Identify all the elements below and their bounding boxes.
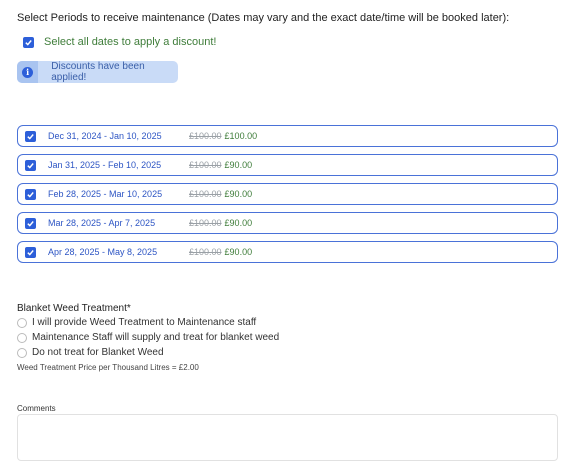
weed-treatment-options: I will provide Weed Treatment to Mainten… — [17, 315, 279, 360]
checkbox-checked-icon[interactable] — [25, 246, 36, 258]
weed-option-do-not-treat[interactable]: Do not treat for Blanket Weed — [17, 345, 279, 360]
weed-price-note: Weed Treatment Price per Thousand Litres… — [17, 363, 199, 372]
select-all-checkbox[interactable]: Select all dates to apply a discount! — [23, 36, 216, 48]
period-dates: Mar 28, 2025 - Apr 7, 2025 — [48, 218, 156, 228]
weed-treatment-title: Blanket Weed Treatment* — [17, 303, 131, 314]
period-option[interactable]: Jan 31, 2025 - Feb 10, 2025 £100.00 £90.… — [17, 154, 558, 176]
checkbox-checked-icon[interactable] — [23, 36, 34, 48]
radio-button[interactable] — [17, 332, 27, 343]
discounted-price: £100.00 — [224, 131, 258, 141]
intro-text: Select Periods to receive maintenance (D… — [17, 12, 510, 24]
radio-label: I will provide Weed Treatment to Mainten… — [32, 317, 257, 328]
period-option[interactable]: Mar 28, 2025 - Apr 7, 2025 £100.00 £90.0… — [17, 212, 558, 234]
period-option[interactable]: Feb 28, 2025 - Mar 10, 2025 £100.00 £90.… — [17, 183, 558, 205]
discounted-price: £90.00 — [224, 247, 253, 257]
period-dates: Feb 28, 2025 - Mar 10, 2025 — [48, 189, 163, 199]
radio-button[interactable] — [17, 347, 27, 358]
period-dates: Jan 31, 2025 - Feb 10, 2025 — [48, 160, 162, 170]
period-list: Dec 31, 2024 - Jan 10, 2025 £100.00 £100… — [17, 125, 558, 270]
discounted-price: £90.00 — [224, 218, 253, 228]
checkbox-checked-icon[interactable] — [25, 130, 36, 142]
checkbox-checked-icon[interactable] — [25, 159, 36, 171]
checkbox-checked-icon[interactable] — [25, 188, 36, 200]
info-icon: i — [17, 61, 39, 83]
period-option[interactable]: Dec 31, 2024 - Jan 10, 2025 £100.00 £100… — [17, 125, 558, 147]
radio-label: Maintenance Staff will supply and treat … — [32, 332, 280, 343]
original-price: £100.00 — [189, 131, 222, 141]
comments-label: Comments — [17, 404, 56, 413]
comments-field[interactable] — [17, 414, 558, 461]
checkbox-checked-icon[interactable] — [25, 217, 36, 229]
original-price: £100.00 — [189, 189, 222, 199]
radio-button[interactable] — [17, 317, 27, 328]
radio-label: Do not treat for Blanket Weed — [32, 347, 164, 358]
period-option[interactable]: Apr 28, 2025 - May 8, 2025 £100.00 £90.0… — [17, 241, 558, 263]
original-price: £100.00 — [189, 218, 222, 228]
discounted-price: £90.00 — [224, 189, 253, 199]
banner-text: Discounts have been applied! — [51, 61, 145, 83]
discounted-price: £90.00 — [224, 160, 253, 170]
period-dates: Dec 31, 2024 - Jan 10, 2025 — [48, 131, 162, 141]
select-all-label: Select all dates to apply a discount! — [44, 36, 217, 48]
discount-banner: i Discounts have been applied! — [17, 61, 178, 83]
period-dates: Apr 28, 2025 - May 8, 2025 — [48, 247, 158, 257]
original-price: £100.00 — [189, 160, 222, 170]
weed-option-staff-supply[interactable]: Maintenance Staff will supply and treat … — [17, 330, 279, 345]
weed-option-provide[interactable]: I will provide Weed Treatment to Mainten… — [17, 315, 279, 330]
original-price: £100.00 — [189, 247, 222, 257]
